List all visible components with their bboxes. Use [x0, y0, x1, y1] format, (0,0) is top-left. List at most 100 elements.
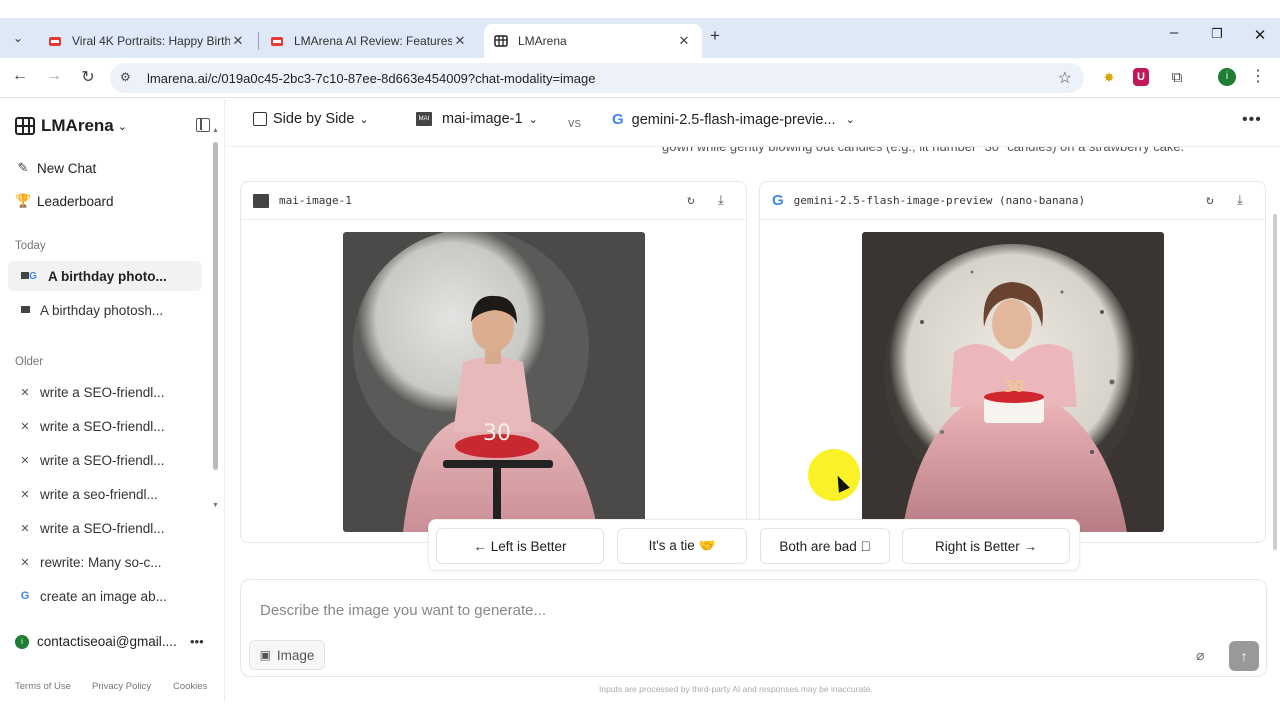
vs-label: vs	[568, 115, 581, 130]
chat-item[interactable]: A birthday photosh...	[8, 295, 202, 325]
brand-name: LMArena	[41, 116, 114, 135]
more-options-icon[interactable]: •••	[1242, 111, 1262, 129]
model-right-label: gemini-2.5-flash-image-previe...	[631, 111, 836, 128]
image-icon: ▣	[259, 648, 271, 662]
browser-tab-2[interactable]: LMArena AI Review: Features, P ✕	[260, 24, 478, 58]
extensions-puzzle-icon[interactable]: ⧉	[1167, 68, 1187, 88]
chat-item-active[interactable]: G A birthday photo...	[8, 261, 202, 291]
chat-item[interactable]: ✕ write a SEO-friendl...	[8, 411, 202, 441]
chat-item[interactable]: Gcreate an image ab...	[8, 581, 202, 611]
model-left-selector[interactable]: MAI mai-image-1 ⌄	[416, 111, 538, 127]
chat-item[interactable]: ✕ write a SEO-friendl...	[8, 377, 202, 407]
portrait-image-left: 30	[343, 232, 645, 532]
leaderboard-link[interactable]: 🏆 Leaderboard	[15, 190, 114, 212]
image-mode-button[interactable]: ▣ Image	[249, 640, 325, 670]
site-settings-icon[interactable]: ⚙	[120, 70, 131, 84]
chat-item[interactable]: ✕ write a SEO-friendl...	[8, 445, 202, 475]
collapse-sidebar-icon[interactable]	[196, 118, 210, 132]
send-button[interactable]: ↑	[1229, 641, 1259, 671]
today-heading: Today	[15, 240, 46, 252]
x-icon: ✕	[20, 386, 30, 399]
x-icon: ✕	[20, 420, 30, 433]
lmarena-logo-icon	[15, 117, 35, 135]
trophy-icon: 🏆	[15, 193, 32, 208]
chat-title: create an image ab...	[40, 588, 167, 604]
regenerate-icon[interactable]: ↻	[687, 193, 695, 208]
split-view-icon	[253, 112, 267, 126]
tab-title: LMArena AI Review: Features, P	[294, 34, 452, 48]
bottom-strip	[0, 702, 1280, 720]
browser-tab-bar: ⌄ Viral 4K Portraits: Happy Birthd ✕ LMA…	[0, 18, 1280, 58]
left-is-better-button[interactable]: ← Left is Better	[436, 528, 604, 564]
x-icon: ✕	[20, 556, 30, 569]
chevron-down-icon: ⌄	[528, 113, 538, 126]
new-tab-button[interactable]: +	[710, 26, 720, 46]
browser-tab-1[interactable]: Viral 4K Portraits: Happy Birthd ✕	[38, 24, 256, 58]
sidebar-scrollbar[interactable]	[213, 142, 218, 470]
privacy-link[interactable]: Privacy Policy	[92, 681, 151, 692]
chevron-down-icon: ⌄	[845, 114, 855, 126]
bookmark-star-icon[interactable]: ☆	[1058, 68, 1072, 88]
account-menu[interactable]: i contactiseoai@gmail....	[15, 634, 177, 649]
window-close-icon[interactable]: ✕	[1250, 26, 1270, 44]
tab-search-chevron-icon[interactable]: ⌄	[8, 28, 28, 48]
chevron-down-icon: ⌄	[117, 120, 127, 133]
chat-header: Side by Side ⌄ MAI mai-image-1 ⌄ vs G ge…	[226, 99, 1280, 147]
regenerate-icon[interactable]: ↻	[1206, 193, 1214, 208]
new-chat-link[interactable]: ✎ New Chat	[15, 157, 97, 179]
model-right-selector[interactable]: G gemini-2.5-flash-image-previe... ⌄	[612, 111, 855, 128]
omnibox[interactable]: ⚙ lmarena.ai/c/019a0c45-2bc3-7c10-87ee-8…	[110, 63, 1084, 93]
chat-item[interactable]: ✕ write a seo-friendl...	[8, 479, 202, 509]
attach-icon[interactable]: ⌀	[1196, 647, 1204, 664]
address-bar-row: ← → ↻ ⚙ lmarena.ai/c/019a0c45-2bc3-7c10-…	[0, 58, 1280, 98]
extension-bug-icon[interactable]: ✸	[1099, 68, 1119, 88]
tab-favicon-icon	[49, 37, 61, 46]
back-arrow-icon[interactable]: ←	[9, 67, 31, 85]
cookies-link[interactable]: Cookies	[173, 681, 207, 692]
x-icon: ✕	[20, 522, 30, 535]
profile-avatar[interactable]: i	[1218, 68, 1236, 86]
download-icon[interactable]: ⤓	[1237, 193, 1243, 208]
new-chat-label: New Chat	[37, 160, 97, 176]
forward-arrow-icon[interactable]: →	[43, 67, 65, 85]
ublock-shield-icon[interactable]: U	[1133, 68, 1149, 86]
chat-title: A birthday photo...	[48, 268, 167, 284]
mode-selector[interactable]: Side by Side ⌄	[253, 111, 369, 127]
more-icon[interactable]: •••	[190, 634, 204, 649]
tab-close-icon[interactable]: ✕	[676, 33, 692, 49]
main-content: gown while gently blowing out candles (e…	[226, 99, 1280, 702]
prompt-input-placeholder[interactable]: Describe the image you want to generate.…	[260, 602, 546, 619]
both-bad-button[interactable]: Both are bad ⃠	[760, 528, 890, 564]
main-scrollbar[interactable]	[1273, 214, 1277, 550]
download-icon[interactable]: ⤓	[718, 193, 724, 208]
tab-close-icon[interactable]: ✕	[230, 33, 246, 49]
image-button-label: Image	[276, 647, 315, 663]
tab-divider	[258, 32, 259, 50]
restore-icon[interactable]: ❐	[1207, 26, 1227, 42]
older-heading: Older	[15, 356, 44, 368]
prompt-composer[interactable]: Describe the image you want to generate.…	[240, 579, 1267, 677]
chat-item[interactable]: ✕ rewrite: Many so-c...	[8, 547, 202, 577]
url-text[interactable]: lmarena.ai/c/019a0c45-2bc3-7c10-87ee-8d6…	[147, 71, 595, 86]
sidebar: LMArena ⌄ ✎ New Chat 🏆 Leaderboard Today…	[0, 99, 225, 702]
browser-tab-active[interactable]: LMArena ✕	[484, 24, 702, 58]
generated-image-right[interactable]: 30	[862, 232, 1164, 532]
right-is-better-button[interactable]: Right is Better →	[902, 528, 1070, 564]
terms-link[interactable]: Terms of Use	[15, 681, 71, 692]
scroll-down-arrow-icon[interactable]: ▼	[212, 502, 219, 509]
portrait-image-right: 30	[862, 232, 1164, 532]
tie-button[interactable]: It's a tie 🤝	[617, 528, 747, 564]
chat-item[interactable]: ✕ write a SEO-friendl...	[8, 513, 202, 543]
browser-menu-icon[interactable]: ⋮	[1250, 66, 1266, 86]
generated-image-left[interactable]: 30	[343, 232, 645, 532]
scroll-up-arrow-icon[interactable]: ▲	[212, 127, 219, 134]
reload-icon[interactable]: ↻	[77, 67, 99, 87]
brand-menu[interactable]: LMArena ⌄	[15, 116, 127, 136]
tab-close-icon[interactable]: ✕	[452, 33, 468, 49]
avatar: i	[15, 634, 29, 649]
panel-model-name: mai-image-1	[279, 194, 352, 207]
panel-header: G gemini-2.5-flash-image-preview (nano-b…	[760, 182, 1265, 220]
minimize-icon[interactable]: –	[1164, 24, 1184, 41]
disclaimer: Inputs are processed by third-party AI a…	[599, 684, 873, 694]
cake-candle-number: 30	[1004, 377, 1024, 396]
